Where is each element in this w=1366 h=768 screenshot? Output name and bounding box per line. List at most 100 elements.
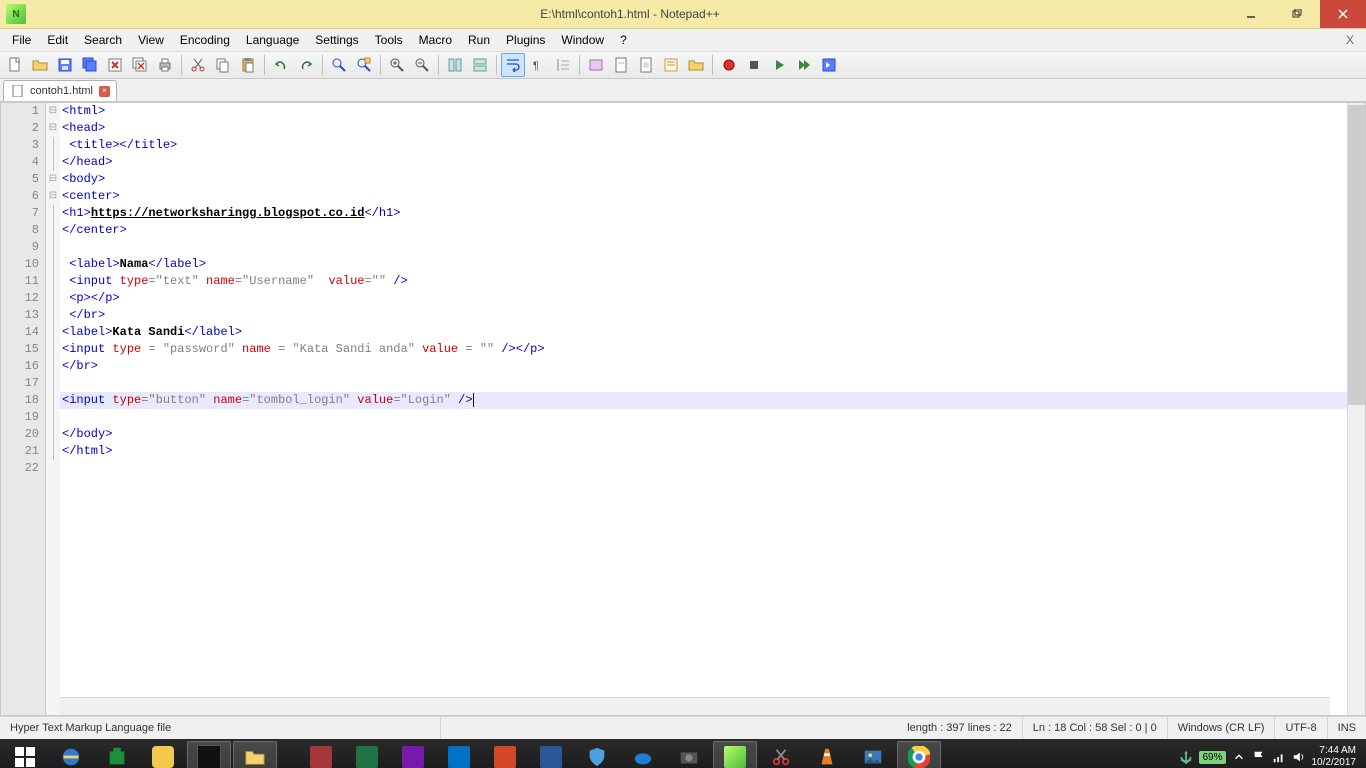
menu-window[interactable]: Window bbox=[553, 30, 612, 50]
status-eol[interactable]: Windows (CR LF) bbox=[1168, 717, 1276, 739]
taskbar-powerpoint-icon[interactable] bbox=[483, 741, 527, 768]
menu-help[interactable]: ? bbox=[612, 30, 635, 50]
taskbar-snipping-icon[interactable] bbox=[759, 741, 803, 768]
taskbar-camera-icon[interactable] bbox=[667, 741, 711, 768]
taskbar-notepadpp-icon[interactable] bbox=[713, 741, 757, 768]
play-multi-icon[interactable] bbox=[792, 53, 816, 77]
horizontal-scrollbar[interactable] bbox=[60, 697, 1330, 715]
record-macro-icon[interactable] bbox=[717, 53, 741, 77]
tray-clock[interactable]: 7:44 AM 10/2/2017 bbox=[1312, 745, 1357, 768]
taskbar-access-icon[interactable] bbox=[299, 741, 343, 768]
taskbar-chrome-icon[interactable] bbox=[897, 741, 941, 768]
window-controls bbox=[1228, 0, 1366, 28]
stop-macro-icon[interactable] bbox=[742, 53, 766, 77]
status-encoding[interactable]: UTF-8 bbox=[1275, 717, 1327, 739]
file-icon bbox=[12, 85, 24, 97]
tab-bar: contoh1.html × bbox=[0, 79, 1366, 102]
title-bar: N E:\html\contoh1.html - Notepad++ bbox=[0, 0, 1366, 29]
editor: 12345678910111213141516171819202122 ⊟⊟⊟⊟… bbox=[0, 102, 1366, 716]
indent-guide-icon[interactable] bbox=[551, 53, 575, 77]
menu-run[interactable]: Run bbox=[460, 30, 498, 50]
wordwrap-icon[interactable] bbox=[501, 53, 525, 77]
menu-plugins[interactable]: Plugins bbox=[498, 30, 553, 50]
redo-icon[interactable] bbox=[294, 53, 318, 77]
find-icon[interactable] bbox=[327, 53, 351, 77]
tray-flag-icon[interactable] bbox=[1252, 750, 1266, 764]
status-ins[interactable]: INS bbox=[1328, 717, 1366, 739]
menu-encoding[interactable]: Encoding bbox=[172, 30, 238, 50]
print-icon[interactable] bbox=[153, 53, 177, 77]
status-length: length : 397 lines : 22 bbox=[897, 717, 1023, 739]
save-icon[interactable] bbox=[53, 53, 77, 77]
status-position: Ln : 18 Col : 58 Sel : 0 | 0 bbox=[1023, 717, 1168, 739]
vertical-scrollbar[interactable] bbox=[1347, 103, 1365, 715]
tab-contoh1[interactable]: contoh1.html × bbox=[3, 80, 117, 101]
zoom-out-icon[interactable] bbox=[410, 53, 434, 77]
menu-macro[interactable]: Macro bbox=[411, 30, 460, 50]
taskbar-vlc-icon[interactable] bbox=[805, 741, 849, 768]
sync-h-icon[interactable] bbox=[468, 53, 492, 77]
status-bar: Hyper Text Markup Language file length :… bbox=[0, 716, 1366, 739]
taskbar-app1-icon[interactable] bbox=[141, 741, 185, 768]
undo-icon[interactable] bbox=[269, 53, 293, 77]
text-cursor bbox=[473, 393, 474, 407]
start-button[interactable] bbox=[2, 739, 48, 768]
system-tray: 69% 7:44 AM 10/2/2017 bbox=[1179, 745, 1364, 768]
maximize-button[interactable] bbox=[1274, 0, 1320, 28]
save-all-icon[interactable] bbox=[78, 53, 102, 77]
minimize-button[interactable] bbox=[1228, 0, 1274, 28]
folder-icon[interactable] bbox=[684, 53, 708, 77]
fold-gutter: ⊟⊟⊟⊟ bbox=[46, 103, 60, 715]
taskbar-cmd-icon[interactable] bbox=[187, 741, 231, 768]
taskbar-excel-icon[interactable] bbox=[345, 741, 389, 768]
open-file-icon[interactable] bbox=[28, 53, 52, 77]
tray-up-icon[interactable] bbox=[1232, 750, 1246, 764]
doc-map2-icon[interactable] bbox=[634, 53, 658, 77]
copy-icon[interactable] bbox=[211, 53, 235, 77]
taskbar-explorer-icon[interactable] bbox=[233, 741, 277, 768]
menu-language[interactable]: Language bbox=[238, 30, 307, 50]
menu-search[interactable]: Search bbox=[76, 30, 130, 50]
menu-file[interactable]: File bbox=[4, 30, 39, 50]
tray-battery[interactable]: 69% bbox=[1199, 751, 1225, 764]
tab-close-icon[interactable]: × bbox=[99, 86, 110, 97]
menu-settings[interactable]: Settings bbox=[307, 30, 366, 50]
sync-v-icon[interactable] bbox=[443, 53, 467, 77]
menu-edit[interactable]: Edit bbox=[39, 30, 76, 50]
menu-close-doc[interactable]: X bbox=[1338, 33, 1362, 47]
play-macro-icon[interactable] bbox=[767, 53, 791, 77]
zoom-in-icon[interactable] bbox=[385, 53, 409, 77]
tab-label: contoh1.html bbox=[30, 85, 93, 97]
taskbar-defender-icon[interactable] bbox=[575, 741, 619, 768]
taskbar-onenote-icon[interactable] bbox=[391, 741, 435, 768]
new-file-icon[interactable] bbox=[3, 53, 27, 77]
taskbar-store-icon[interactable] bbox=[95, 741, 139, 768]
tray-usb-icon[interactable] bbox=[1179, 750, 1193, 764]
save-macro-icon[interactable] bbox=[817, 53, 841, 77]
close-button[interactable] bbox=[1320, 0, 1366, 28]
menu-tools[interactable]: Tools bbox=[367, 30, 411, 50]
taskbar-word-icon[interactable] bbox=[529, 741, 573, 768]
taskbar-outlook-icon[interactable] bbox=[437, 741, 481, 768]
window-title: E:\html\contoh1.html - Notepad++ bbox=[32, 7, 1228, 21]
status-filetype: Hyper Text Markup Language file bbox=[0, 717, 441, 739]
line-number-gutter: 12345678910111213141516171819202122 bbox=[1, 103, 46, 715]
taskbar-onedrive-icon[interactable] bbox=[621, 741, 665, 768]
cut-icon[interactable] bbox=[186, 53, 210, 77]
replace-icon[interactable] bbox=[352, 53, 376, 77]
app-icon: N bbox=[6, 4, 26, 24]
udl-icon[interactable] bbox=[584, 53, 608, 77]
doc-map-icon[interactable] bbox=[609, 53, 633, 77]
tray-volume-icon[interactable] bbox=[1292, 750, 1306, 764]
tray-network-icon[interactable] bbox=[1272, 750, 1286, 764]
show-all-chars-icon[interactable]: ¶ bbox=[526, 53, 550, 77]
taskbar-ie-icon[interactable] bbox=[49, 741, 93, 768]
menu-view[interactable]: View bbox=[130, 30, 172, 50]
func-list-icon[interactable] bbox=[659, 53, 683, 77]
taskbar-photos-icon[interactable] bbox=[851, 741, 895, 768]
menu-bar: File Edit Search View Encoding Language … bbox=[0, 29, 1366, 52]
code-area[interactable]: <html> <head> <title></title> </head> <b… bbox=[60, 103, 1347, 715]
close-file-icon[interactable] bbox=[103, 53, 127, 77]
close-all-icon[interactable] bbox=[128, 53, 152, 77]
paste-icon[interactable] bbox=[236, 53, 260, 77]
